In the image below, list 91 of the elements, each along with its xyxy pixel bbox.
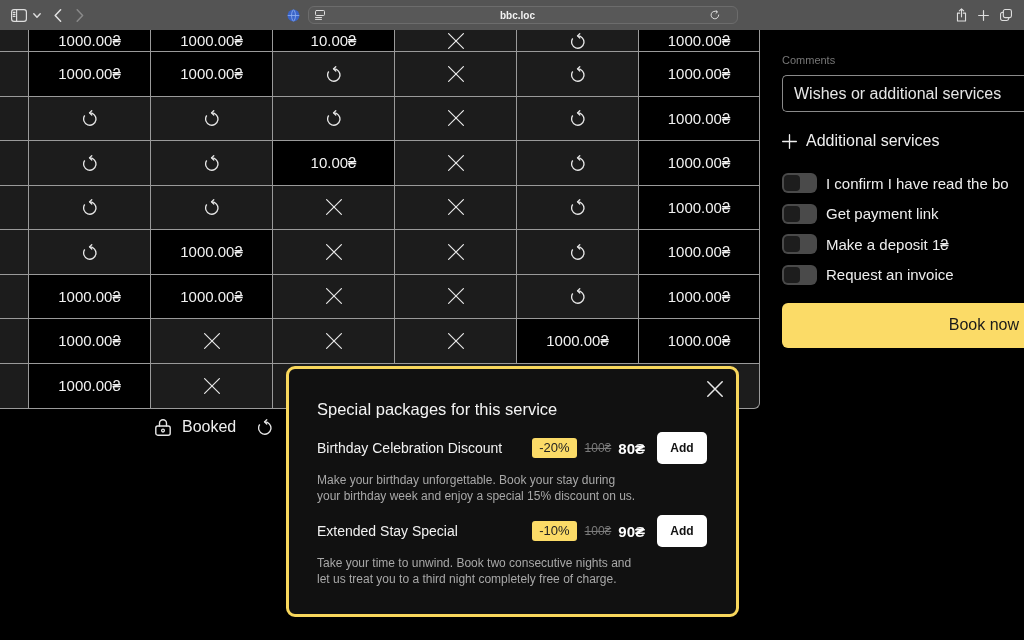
refresh-icon [204, 110, 219, 127]
refresh-icon [326, 110, 341, 127]
cross-icon [203, 377, 220, 394]
refresh-icon [82, 243, 97, 260]
add-button[interactable]: Add [657, 432, 707, 464]
chevron-down-icon[interactable] [33, 12, 41, 18]
tabs-icon[interactable] [1000, 9, 1012, 21]
price-cell[interactable]: 1000.00₴ [517, 319, 639, 363]
price-cell[interactable]: 1000.00₴ [151, 30, 273, 51]
price-cell[interactable]: 1000.00₴ [29, 274, 151, 318]
discount-badge: -10% [532, 521, 577, 541]
price-cell[interactable]: 1000.00₴ [151, 230, 273, 274]
refresh-icon [82, 110, 97, 127]
price-cell[interactable]: 1000.00₴ [29, 319, 151, 363]
old-price: 100₴ [584, 441, 612, 455]
additional-services-button[interactable]: Additional services [782, 131, 940, 151]
plus-icon[interactable] [978, 9, 989, 21]
refresh-icon [570, 243, 585, 260]
sidebar-icon[interactable] [11, 8, 27, 22]
refresh-icon [570, 32, 585, 49]
package-price: 90₴ [618, 522, 645, 540]
price-cell[interactable]: 1000.00₴ [639, 30, 759, 51]
toggle-switch[interactable] [782, 173, 817, 193]
cross-icon [447, 332, 464, 349]
share-icon[interactable] [956, 8, 967, 22]
address-field[interactable]: bbc.loc [308, 6, 738, 24]
comments-field[interactable]: Wishes or additional services [782, 75, 1024, 112]
refresh-icon [570, 288, 585, 305]
package-description: Make your birthday unforgettable. Book your stay during your birthday week and enjoy a special 15% discount on us. [317, 472, 637, 504]
lock-icon [155, 417, 171, 436]
cross-icon [447, 110, 464, 127]
cross-icon [325, 332, 342, 349]
package-name: Birthday Celebration Discount [317, 440, 504, 456]
package-name: Extended Stay Special [317, 523, 459, 539]
book-now-button[interactable]: Book now [782, 302, 1024, 348]
option-label: I confirm I have read the bo [826, 174, 1009, 192]
refresh-icon [570, 110, 585, 127]
discount-badge: -20% [532, 438, 577, 458]
cross-icon [447, 65, 464, 82]
refresh-icon [82, 199, 97, 216]
refresh-icon [204, 154, 219, 171]
cross-icon [325, 243, 342, 260]
cross-icon [447, 32, 464, 49]
toggle-switch[interactable] [782, 264, 817, 285]
package-description: Take your time to unwind. Book two consecutive nights and let us treat you to a third night completely free of charge. [317, 555, 633, 587]
price-cell[interactable]: 1000.00₴ [151, 52, 273, 96]
cross-icon [447, 243, 464, 260]
reload-icon[interactable] [710, 10, 720, 20]
price-cell[interactable]: 1000.00₴ [639, 52, 759, 96]
refresh-icon [204, 199, 219, 216]
refresh-icon [570, 199, 585, 216]
price-cell[interactable]: 10.00₴ [273, 141, 395, 185]
refresh-icon [570, 154, 585, 171]
close-icon[interactable] [707, 381, 723, 397]
option-label: Make a deposit 1₴ [826, 235, 949, 253]
legend-label: Booked [182, 417, 237, 436]
toggle-switch[interactable] [782, 203, 817, 224]
globe-icon [287, 8, 300, 22]
field-label: Comments [782, 53, 837, 67]
price-cell[interactable]: 1000.00₴ [639, 230, 759, 274]
price-cell[interactable]: 1000.00₴ [639, 141, 759, 185]
cross-icon [325, 288, 342, 305]
price-cell[interactable]: 1000.00₴ [639, 96, 759, 140]
cross-icon [447, 199, 464, 216]
add-button[interactable]: Add [657, 515, 707, 547]
toggle-switch[interactable] [782, 234, 817, 254]
price-cell[interactable]: 1000.00₴ [639, 185, 759, 229]
old-price: 100₴ [584, 524, 612, 538]
price-cell[interactable]: 10.00₴ [273, 30, 395, 51]
price-cell[interactable]: 1000.00₴ [29, 363, 151, 408]
refresh-icon [82, 154, 97, 171]
option-label: Request an invoice [826, 266, 954, 283]
plus-icon [782, 133, 797, 149]
cross-icon [447, 288, 464, 305]
option-label: Get payment link [826, 205, 939, 222]
dialog-title: Special packages for this service [317, 399, 559, 419]
refresh-icon [326, 65, 341, 82]
price-cell[interactable]: 1000.00₴ [29, 52, 151, 96]
price-cell[interactable]: 1000.00₴ [29, 30, 151, 51]
cross-icon [447, 154, 464, 171]
cross-icon [325, 199, 342, 216]
refresh-icon [258, 418, 273, 435]
url-text: bbc.loc [499, 9, 536, 21]
price-cell[interactable]: 1000.00₴ [151, 274, 273, 318]
package-price: 80₴ [618, 439, 645, 457]
cross-icon [203, 332, 220, 349]
refresh-icon [570, 65, 585, 82]
price-cell[interactable]: 1000.00₴ [639, 274, 759, 318]
document-icon[interactable] [315, 10, 325, 20]
chevron-left-icon[interactable] [54, 8, 62, 22]
price-cell[interactable]: 1000.00₴ [639, 319, 759, 363]
